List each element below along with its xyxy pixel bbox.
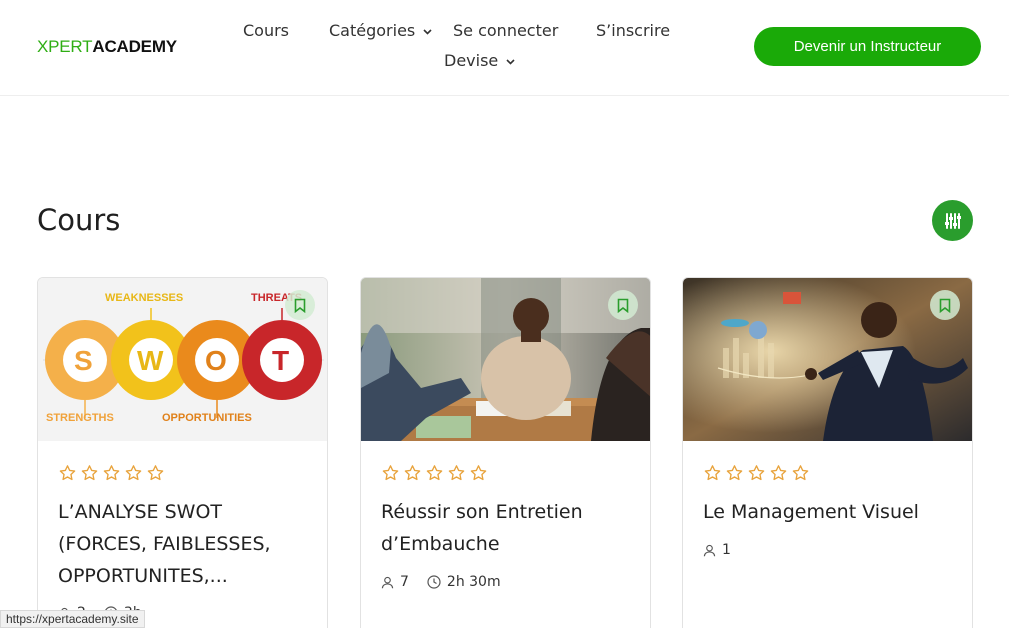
star-outline-icon — [382, 465, 399, 481]
nav-categories[interactable]: Catégories — [329, 21, 432, 40]
course-card[interactable]: Réussir son Entretien d’Embauche 7 2h 30… — [360, 277, 651, 628]
clock-icon — [427, 575, 441, 589]
interview-photo — [361, 278, 650, 441]
star-outline-icon — [470, 465, 487, 481]
visual-management-photo — [683, 278, 972, 441]
star-outline-icon — [704, 465, 721, 481]
sliders-icon — [944, 212, 961, 229]
star-outline-icon — [770, 465, 787, 481]
star-outline-icon — [404, 465, 421, 481]
nav-register[interactable]: S’inscrire — [596, 21, 670, 40]
course-thumbnail-swot[interactable]: S W O T WEAKNESSES THREATS STRENGTHS OPP… — [38, 278, 327, 441]
logo-part1: XPERT — [37, 37, 93, 56]
star-outline-icon — [426, 465, 443, 481]
rating-stars — [58, 464, 165, 482]
course-meta: 1 — [703, 542, 749, 558]
nav-currency[interactable]: Devise — [444, 51, 515, 70]
star-outline-icon — [748, 465, 765, 481]
course-card[interactable]: S W O T WEAKNESSES THREATS STRENGTHS OPP… — [37, 277, 328, 628]
bookmark-icon — [294, 298, 306, 313]
course-title[interactable]: L’ANALYSE SWOT (FORCES, FAIBLESSES, OPPO… — [58, 496, 308, 592]
swot-letter-w: W — [137, 345, 164, 376]
nav-categories-label: Catégories — [329, 21, 416, 40]
rating-stars — [381, 464, 488, 482]
star-outline-icon — [59, 465, 76, 481]
students-value: 7 — [400, 574, 409, 590]
chevron-down-icon — [506, 59, 515, 65]
site-header: XPERTACADEMY Cours Catégories Se connect… — [0, 0, 1009, 96]
become-instructor-button[interactable]: Devenir un Instructeur — [754, 27, 981, 66]
bookmark-button[interactable] — [930, 290, 960, 320]
status-bar-url: https://xpertacademy.site — [0, 610, 145, 628]
bookmark-icon — [617, 298, 629, 313]
bookmark-icon — [939, 298, 951, 313]
duration-value: 2h 30m — [446, 574, 501, 590]
user-icon — [703, 544, 716, 556]
user-icon — [381, 576, 394, 588]
nav-login-label: Se connecter — [453, 21, 559, 40]
nav-courses-label: Cours — [243, 21, 290, 40]
duration: 2h 30m — [427, 574, 501, 590]
site-logo[interactable]: XPERTACADEMY — [37, 37, 177, 57]
star-outline-icon — [726, 465, 743, 481]
swot-label-strengths: STRENGTHS — [46, 412, 114, 424]
nav-currency-label: Devise — [444, 51, 499, 70]
swot-letter-t: T — [272, 345, 290, 376]
swot-letter-o: O — [205, 345, 227, 376]
nav-courses[interactable]: Cours — [243, 21, 289, 40]
swot-label-weaknesses: WEAKNESSES — [105, 292, 184, 304]
course-meta: 7 2h 30m — [381, 574, 519, 590]
bookmark-button[interactable] — [285, 290, 315, 320]
star-outline-icon — [147, 465, 164, 481]
star-outline-icon — [103, 465, 120, 481]
star-outline-icon — [81, 465, 98, 481]
students-count: 7 — [381, 574, 409, 590]
page-title: Cours — [37, 203, 121, 237]
course-title[interactable]: Réussir son Entretien d’Embauche — [381, 496, 631, 560]
course-thumbnail-interview[interactable] — [361, 278, 650, 441]
swot-letter-s: S — [74, 345, 93, 376]
course-thumbnail-visual-management[interactable] — [683, 278, 972, 441]
nav-register-label: S’inscrire — [596, 21, 671, 40]
course-title[interactable]: Le Management Visuel — [703, 496, 953, 528]
star-outline-icon — [448, 465, 465, 481]
logo-part2: ACADEMY — [92, 37, 177, 56]
filter-button[interactable] — [932, 200, 973, 241]
course-card[interactable]: Le Management Visuel 1 — [682, 277, 973, 628]
students-count: 1 — [703, 542, 731, 558]
chevron-down-icon — [423, 29, 432, 35]
star-outline-icon — [125, 465, 142, 481]
nav-login[interactable]: Se connecter — [453, 21, 558, 40]
rating-stars — [703, 464, 810, 482]
swot-label-opportunities: OPPORTUNITIES — [162, 412, 252, 424]
star-outline-icon — [792, 465, 809, 481]
bookmark-button[interactable] — [608, 290, 638, 320]
become-instructor-label: Devenir un Instructeur — [793, 38, 942, 55]
students-value: 1 — [722, 542, 731, 558]
